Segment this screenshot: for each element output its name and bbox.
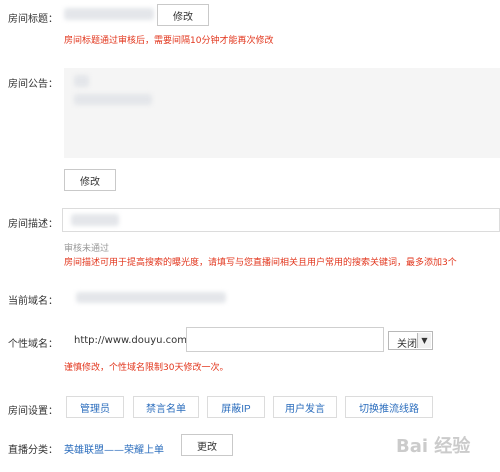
room-settings-label: 房间设置： bbox=[8, 406, 58, 417]
custom-domain-notice: 谨慎修改，个性域名限制30天修改一次。 bbox=[64, 363, 229, 373]
live-category-label: 直播分类： bbox=[8, 445, 58, 456]
settings-block-ip-button[interactable]: 屏蔽IP bbox=[207, 396, 265, 418]
room-description-input[interactable] bbox=[62, 208, 500, 232]
custom-domain-select-value: 关闭 bbox=[397, 339, 417, 350]
room-title-modify-button[interactable]: 修改 bbox=[157, 4, 209, 26]
room-title-value bbox=[64, 8, 154, 20]
settings-admin-button[interactable]: 管理员 bbox=[66, 396, 124, 418]
room-description-label: 房间描述： bbox=[8, 219, 58, 230]
custom-domain-select[interactable]: 关闭 ▼ bbox=[388, 331, 433, 350]
room-announcement-textarea[interactable] bbox=[64, 68, 500, 158]
settings-mute-list-button[interactable]: 禁言名单 bbox=[133, 396, 199, 418]
custom-domain-label: 个性域名： bbox=[8, 339, 58, 350]
chevron-down-icon[interactable]: ▼ bbox=[417, 333, 431, 348]
current-domain-label: 当前域名： bbox=[8, 296, 58, 307]
settings-switch-stream-button[interactable]: 切换推流线路 bbox=[345, 396, 433, 418]
live-category-change-button[interactable]: 更改 bbox=[181, 434, 233, 456]
custom-domain-input[interactable] bbox=[186, 327, 384, 352]
room-description-notice: 房间描述可用于提高搜索的曝光度，请填写与您直播间相关且用户常用的搜索关键词，最多… bbox=[64, 258, 457, 268]
room-title-notice: 房间标题通过审核后，需要间隔10分钟才能再次修改 bbox=[64, 36, 274, 46]
room-title-label: 房间标题： bbox=[8, 14, 58, 25]
custom-domain-prefix: http://www.douyu.com/ bbox=[74, 335, 191, 346]
room-announcement-modify-button[interactable]: 修改 bbox=[64, 169, 116, 191]
live-category-value[interactable]: 英雄联盟——荣耀上单 bbox=[64, 441, 164, 456]
settings-user-speech-button[interactable]: 用户发言 bbox=[273, 396, 337, 418]
watermark-logo: Bai 经验 bbox=[396, 436, 471, 457]
room-description-status: 审核未通过 bbox=[64, 244, 110, 254]
room-announcement-label: 房间公告： bbox=[8, 79, 58, 90]
current-domain-value bbox=[76, 292, 226, 303]
